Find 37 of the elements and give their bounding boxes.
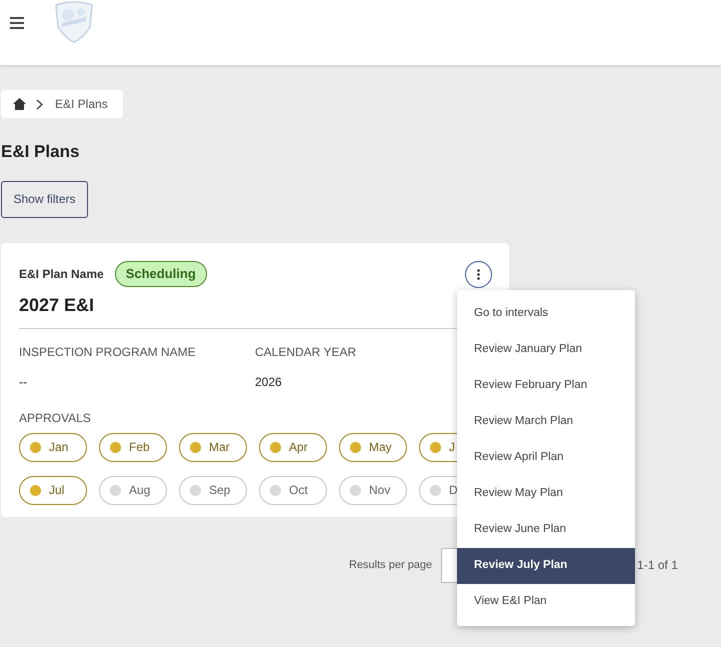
home-icon[interactable] bbox=[13, 98, 26, 110]
menu-icon[interactable] bbox=[10, 16, 24, 28]
more-options-button[interactable] bbox=[465, 260, 492, 288]
field-label: INSPECTION PROGRAM NAME bbox=[19, 344, 197, 360]
breadcrumb-current: E&I Plans bbox=[55, 96, 108, 113]
chevron-right-icon bbox=[36, 98, 43, 110]
menu-item[interactable]: View E&I Plan bbox=[457, 584, 635, 620]
month-label: D bbox=[449, 482, 458, 499]
month-label: Jul bbox=[49, 482, 64, 499]
pagination-range: 1-1 of 1 bbox=[637, 557, 678, 574]
menu-item[interactable]: Review May Plan bbox=[457, 476, 635, 512]
menu-item[interactable]: Review April Plan bbox=[457, 440, 635, 476]
month-label: Jan bbox=[49, 439, 68, 456]
month-label: Nov bbox=[369, 482, 390, 499]
page-title: E&I Plans bbox=[1, 141, 80, 163]
month-label: May bbox=[369, 439, 392, 456]
menu-item[interactable]: Review February Plan bbox=[457, 368, 635, 404]
menu-item[interactable]: Review March Plan bbox=[457, 404, 635, 440]
month-label: J bbox=[449, 439, 455, 456]
menu-item[interactable]: Go to intervals bbox=[457, 296, 635, 332]
menu-item[interactable]: Review June Plan bbox=[457, 512, 635, 548]
menu-item[interactable]: Review July Plan bbox=[457, 548, 635, 584]
month-label: Apr bbox=[289, 439, 308, 456]
emblem-logo bbox=[52, 0, 96, 42]
show-filters-button[interactable]: Show filters bbox=[1, 180, 88, 218]
month-label: Mar bbox=[209, 439, 230, 456]
results-per-page-label: Results per page bbox=[349, 558, 432, 573]
month-label: Feb bbox=[129, 439, 150, 456]
status-tag: Scheduling bbox=[114, 261, 207, 287]
menu-item[interactable]: Review January Plan bbox=[457, 332, 635, 368]
kebab-icon bbox=[477, 268, 480, 280]
month-label: Aug bbox=[129, 482, 150, 499]
plan-name: 2027 E&I bbox=[19, 294, 94, 316]
plan-name-label: E&I Plan Name bbox=[19, 266, 104, 283]
month-label: Sep bbox=[209, 482, 230, 499]
month-label: Oct bbox=[289, 482, 308, 499]
field-value: -- bbox=[19, 374, 28, 390]
